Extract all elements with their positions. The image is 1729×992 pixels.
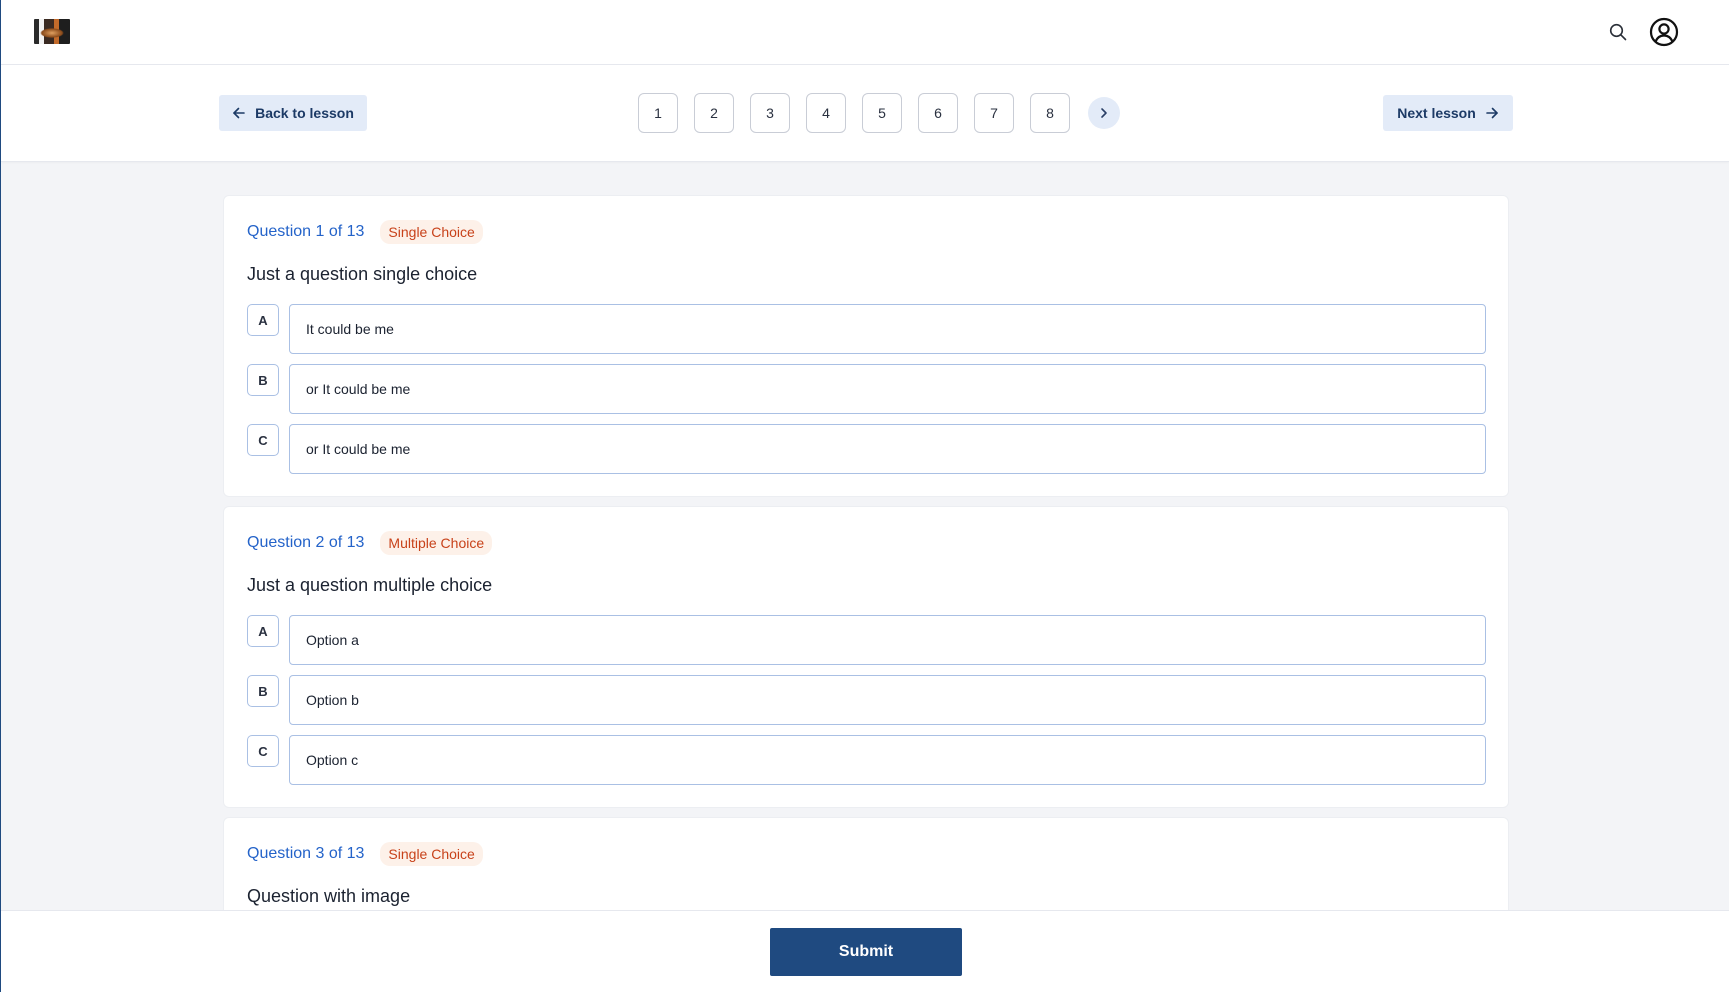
question-type-badge: Single Choice (380, 220, 483, 244)
option-letter: A (247, 615, 279, 647)
option-answer-box[interactable]: Option b (289, 675, 1486, 725)
question-type-badge: Single Choice (380, 842, 483, 866)
answer-option: C or It could be me (247, 424, 1487, 474)
page-button-1[interactable]: 1 (638, 93, 678, 133)
search-icon[interactable] (1606, 20, 1630, 44)
page-button-3[interactable]: 3 (750, 93, 790, 133)
question-header: Question 2 of 13 Multiple Choice (247, 531, 493, 555)
back-to-lesson-button[interactable]: Back to lesson (219, 95, 367, 131)
option-letter: A (247, 304, 279, 336)
option-answer-box[interactable]: or It could be me (289, 424, 1486, 474)
question-number: Question 2 of 13 (247, 534, 365, 551)
option-letter: B (247, 675, 279, 707)
arrow-right-icon (1485, 107, 1498, 119)
question-number: Question 3 of 13 (247, 845, 365, 862)
back-to-lesson-label: Back to lesson (255, 105, 354, 121)
arrow-left-icon (233, 107, 245, 119)
next-lesson-button[interactable]: Next lesson (1383, 95, 1513, 131)
answer-option: B or It could be me (247, 364, 1487, 414)
option-answer-box[interactable]: Option c (289, 735, 1486, 785)
page-button-6[interactable]: 6 (918, 93, 958, 133)
answer-option: A Option a (247, 615, 1487, 665)
option-letter: C (247, 424, 279, 456)
quiz-page: Back to lesson 1 2 3 4 5 6 7 8 Next less… (0, 0, 1729, 992)
next-lesson-label: Next lesson (1397, 105, 1476, 121)
option-letter: B (247, 364, 279, 396)
answer-option: B Option b (247, 675, 1487, 725)
page-button-5[interactable]: 5 (862, 93, 902, 133)
question-card: Question 1 of 13 Single Choice Just a qu… (223, 195, 1509, 497)
questions-list[interactable]: Question 1 of 13 Single Choice Just a qu… (1, 162, 1729, 910)
option-answer-box[interactable]: It could be me (289, 304, 1486, 354)
question-text: Just a question multiple choice (247, 575, 493, 595)
question-text: Just a question single choice (247, 264, 478, 284)
lesson-navigation: Back to lesson 1 2 3 4 5 6 7 8 Next less… (1, 65, 1729, 162)
page-button-4[interactable]: 4 (806, 93, 846, 133)
submit-button[interactable]: Submit (770, 928, 962, 976)
question-pager: 1 2 3 4 5 6 7 8 (638, 93, 1070, 133)
page-button-2[interactable]: 2 (694, 93, 734, 133)
option-answer-box[interactable]: or It could be me (289, 364, 1486, 414)
option-answer-box[interactable]: Option a (289, 615, 1486, 665)
chevron-right-icon[interactable] (1088, 97, 1120, 129)
question-type-badge: Multiple Choice (380, 531, 493, 555)
page-button-8[interactable]: 8 (1030, 93, 1070, 133)
question-card: Question 2 of 13 Multiple Choice Just a … (223, 506, 1509, 808)
footer-bar: Submit (1, 910, 1729, 992)
logo-image[interactable] (34, 19, 70, 44)
question-card: Question 3 of 13 Single Choice Question … (223, 817, 1509, 910)
question-number: Question 1 of 13 (247, 223, 365, 240)
top-bar (1, 0, 1729, 65)
question-header: Question 1 of 13 Single Choice (247, 220, 483, 244)
question-text: Question with image (247, 886, 411, 906)
user-circle-icon[interactable] (1649, 17, 1679, 47)
option-letter: C (247, 735, 279, 767)
question-header: Question 3 of 13 Single Choice (247, 842, 483, 866)
page-button-7[interactable]: 7 (974, 93, 1014, 133)
answer-option: A It could be me (247, 304, 1487, 354)
answer-option: C Option c (247, 735, 1487, 785)
